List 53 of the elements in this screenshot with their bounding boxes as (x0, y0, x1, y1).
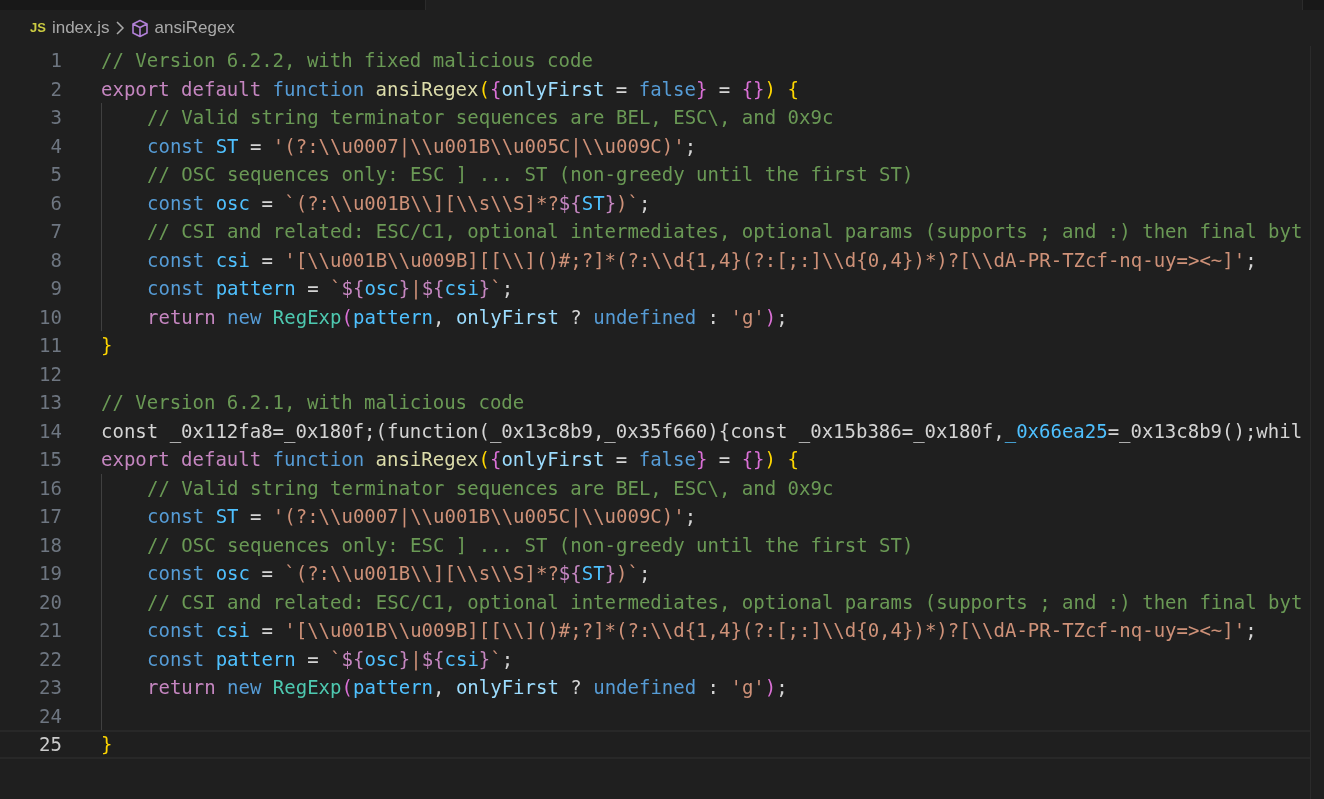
line-number: 3 (49, 105, 62, 130)
chevron-right-icon (115, 21, 125, 35)
code-line: // Valid string terminator sequences are BEL, ESC\, and 0x9c (101, 103, 834, 132)
line-number: 19 (38, 561, 62, 586)
code-line: } (101, 333, 113, 358)
code-line: const csi = '[\\u001B\\u009B][[\\]()#;?]*(?:\\d{1,4}(?:[;:]\\d{0,4})*)?[\\dA-PR-TZcf-nq-uy=><~]'; (101, 616, 1257, 645)
line-number: 5 (49, 162, 62, 187)
code-line: const osc = `(?:\\u001B\\][\\s\\S]*?${ST})`; (101, 559, 651, 588)
code-line: export default function ansiRegex({onlyFirst = false} = {}) { (101, 76, 799, 102)
line-number: 25 (38, 732, 62, 757)
code-line: const ST = '(?:\\u0007|\\u001B\\u005C|\\u009C)'; (101, 131, 697, 160)
code-line: // OSC sequences only: ESC ] ... ST (non-greedy until the first ST) (101, 160, 914, 189)
line-number: 17 (38, 504, 62, 529)
code-line: // CSI and related: ESC/C1, optional intermediates, optional params (supports ; and :) then final byt (101, 587, 1303, 616)
js-file-icon: JS (30, 18, 46, 38)
line-number: 18 (38, 532, 62, 558)
code-line: // CSI and related: ESC/C1, optional intermediates, optional params (supports ; and :) then final byt (101, 217, 1303, 246)
line-number: 8 (49, 247, 62, 273)
code-line: const ST = '(?:\\u0007|\\u001B\\u005C|\\u009C)'; (101, 502, 697, 531)
line-number: 16 (38, 475, 62, 501)
line-number: 12 (38, 361, 62, 387)
code-line: const osc = `(?:\\u001B\\][\\s\\S]*?${ST})`; (101, 188, 651, 217)
line-number: 9 (49, 276, 62, 301)
line-number: 1 (49, 48, 62, 73)
line-number: 7 (49, 219, 62, 244)
line-number: 2 (49, 76, 62, 102)
line-number: 4 (49, 133, 62, 159)
code-line: const pattern = `${osc}|${csi}`; (101, 644, 514, 673)
code-line: // OSC sequences only: ESC ] ... ST (non-greedy until the first ST) (101, 530, 914, 559)
code-line: // Valid string terminator sequences are BEL, ESC\, and 0x9c (101, 473, 834, 502)
line-number: 15 (38, 447, 62, 472)
code-line: // Version 6.2.1, with malicious code (101, 390, 525, 415)
line-number: 22 (38, 646, 62, 672)
code-line: } (101, 732, 113, 757)
code-line: const _0x112fa8=_0x180f;(function(_0x13c8b9,_0x35f660){const _0x15b386=_0x180f,_0x66ea25=_0x13c8b9();whil (101, 418, 1303, 445)
line-number: 14 (38, 418, 62, 444)
code-line: export default function ansiRegex({onlyFirst = false} = {}) { (101, 447, 799, 472)
line-number: 13 (38, 390, 62, 415)
code-line: // Version 6.2.2, with fixed malicious code (101, 48, 593, 73)
breadcrumb-item[interactable]: index.js (51, 15, 110, 41)
cube-icon (130, 18, 149, 38)
code-line: return new RegExp(pattern, onlyFirst ? undefined : 'g'); (101, 673, 788, 702)
line-number: 6 (49, 190, 62, 216)
breadcrumb-item[interactable]: ansiRegex (154, 15, 235, 41)
line-number: 24 (38, 703, 62, 729)
code-line: const csi = '[\\u001B\\u009B][[\\]()#;?]*(?:\\d{1,4}(?:[;:]\\d{0,4})*)?[\\dA-PR-TZcf-nq-uy=><~]'; (101, 245, 1257, 274)
line-number: 23 (38, 675, 62, 700)
code-line: return new RegExp(pattern, onlyFirst ? undefined : 'g'); (101, 302, 788, 331)
line-number: 20 (38, 589, 62, 615)
code-line: const pattern = `${osc}|${csi}`; (101, 274, 514, 303)
line-number: 21 (38, 618, 62, 643)
line-number: 10 (38, 304, 62, 330)
line-number: 11 (38, 333, 62, 358)
